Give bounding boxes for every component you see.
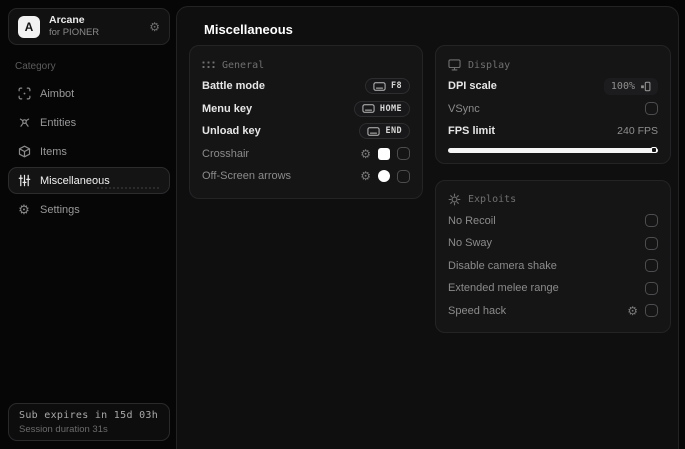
extended-melee-range-checkbox[interactable] [645,281,658,295]
setting-label: Unload key [202,125,261,138]
scan-icon [17,87,31,101]
monitor-icon [448,59,461,71]
panel-header-label: Display [468,59,511,71]
setting-row-dpi-scale: DPI scale 100% [448,75,658,98]
slider-fill [448,147,658,153]
sidebar-item-label: Miscellaneous [40,174,110,187]
setting-row-vsync: VSync [448,98,658,121]
setting-row-battle-mode: Battle mode F8 [202,75,410,98]
keyboard-icon [362,104,375,114]
subscription-card: Sub expires in 15d 03h Session duration … [8,403,170,441]
sidebar-item-settings[interactable]: ⚙ Settings [8,196,170,223]
sub-expiry-text: Sub expires in 15d 03h [19,410,159,421]
app-window: A Arcane for PIONER ⚙ Category Aimbot En… [0,0,685,449]
setting-label: DPI scale [448,80,497,93]
sidebar-item-entities[interactable]: Entities [8,109,170,136]
grid-icon [202,61,215,69]
keyboard-icon [367,126,381,136]
setting-label: Speed hack [448,304,507,317]
sidebar-nav: Aimbot Entities Items Miscellaneous ⚙ Se… [8,80,170,223]
sidebar-item-label: Items [40,145,67,158]
disable-camera-shake-checkbox[interactable] [645,259,658,273]
main-content: Miscellaneous General Battle mode F8 Men… [176,6,679,449]
setting-label: No Sway [448,237,493,250]
exploits-panel: Exploits No Recoil No Sway Disable camer… [435,179,671,333]
page-title: Miscellaneous [204,22,293,37]
fps-slider[interactable] [448,147,658,153]
setting-row-speed-hack: Speed hack ⚙ [448,300,658,323]
session-duration-text: Session duration 31s [19,424,108,435]
sidebar-item-aimbot[interactable]: Aimbot [8,80,170,107]
color-swatch[interactable] [378,147,390,160]
brand-text: Arcane for PIONER [49,14,149,39]
general-panel: General Battle mode F8 Menu key HOME Unl… [189,45,423,199]
setting-label: VSync [448,102,480,115]
scale-icon [641,81,651,92]
keybind-button[interactable]: END [359,123,410,140]
app-logo: A [18,15,40,38]
settings-gear-icon[interactable]: ⚙ [149,20,160,34]
setting-label: Disable camera shake [448,259,557,272]
keyboard-icon [373,81,386,91]
sidebar-item-label: Settings [40,203,80,216]
gear-icon[interactable]: ⚙ [360,148,371,160]
panel-header-label: Exploits [468,194,517,205]
sidebar-item-items[interactable]: Items [8,138,170,165]
panel-columns: General Battle mode F8 Menu key HOME Unl… [189,45,671,333]
setting-row-no-recoil: No Recoil [448,210,658,233]
sidebar-item-miscellaneous[interactable]: Miscellaneous [8,167,170,194]
setting-row-disable-camera-shake: Disable camera shake [448,255,658,278]
setting-label: Extended melee range [448,282,559,295]
slider-knob[interactable] [651,147,657,153]
entities-icon [17,116,31,130]
display-panel: Display DPI scale 100% VSync FPS limit 2… [435,45,671,164]
gear-icon: ⚙ [18,202,30,217]
setting-row-crosshair: Crosshair ⚙ [202,143,410,166]
keybind-button[interactable]: F8 [364,78,410,95]
app-name: Arcane [49,14,85,26]
setting-row-unload-key: Unload key END [202,120,410,143]
keybind-button[interactable]: HOME [353,100,410,117]
setting-label: Battle mode [202,80,265,93]
sliders-icon [17,174,31,188]
vsync-checkbox[interactable] [645,102,658,116]
no-recoil-checkbox[interactable] [645,214,658,228]
setting-row-menu-key: Menu key HOME [202,98,410,121]
sidebar: A Arcane for PIONER ⚙ Category Aimbot En… [8,8,170,441]
gear-icon[interactable]: ⚙ [627,305,638,317]
no-sway-checkbox[interactable] [645,236,658,250]
color-swatch[interactable] [378,170,390,183]
selected-item-decoration [97,187,159,189]
setting-label: No Recoil [448,214,496,227]
brand-card: A Arcane for PIONER ⚙ [8,8,170,45]
box-icon [17,145,31,159]
dpi-scale-selector[interactable]: 100% [603,77,658,95]
setting-row-fps-limit: FPS limit 240 FPS [448,120,658,143]
setting-label: Crosshair [202,147,250,160]
offscreen-arrows-checkbox[interactable] [397,169,410,183]
sidebar-item-label: Aimbot [40,87,75,100]
category-label: Category [15,61,56,72]
panel-header-label: General [222,59,265,71]
setting-row-extended-melee-range: Extended melee range [448,277,658,300]
speed-hack-checkbox[interactable] [645,304,658,318]
crosshair-checkbox[interactable] [397,147,410,161]
setting-label: Off-Screen arrows [202,170,292,183]
gear-icon[interactable]: ⚙ [360,170,371,182]
setting-row-offscreen-arrows: Off-Screen arrows ⚙ [202,165,410,188]
setting-row-no-sway: No Sway [448,232,658,255]
bug-icon [448,193,461,206]
setting-label: FPS limit [448,125,496,138]
fps-value: 240 FPS [617,125,658,138]
sidebar-item-label: Entities [40,116,77,129]
setting-label: Menu key [202,102,253,115]
app-subtitle: for PIONER [49,27,100,39]
